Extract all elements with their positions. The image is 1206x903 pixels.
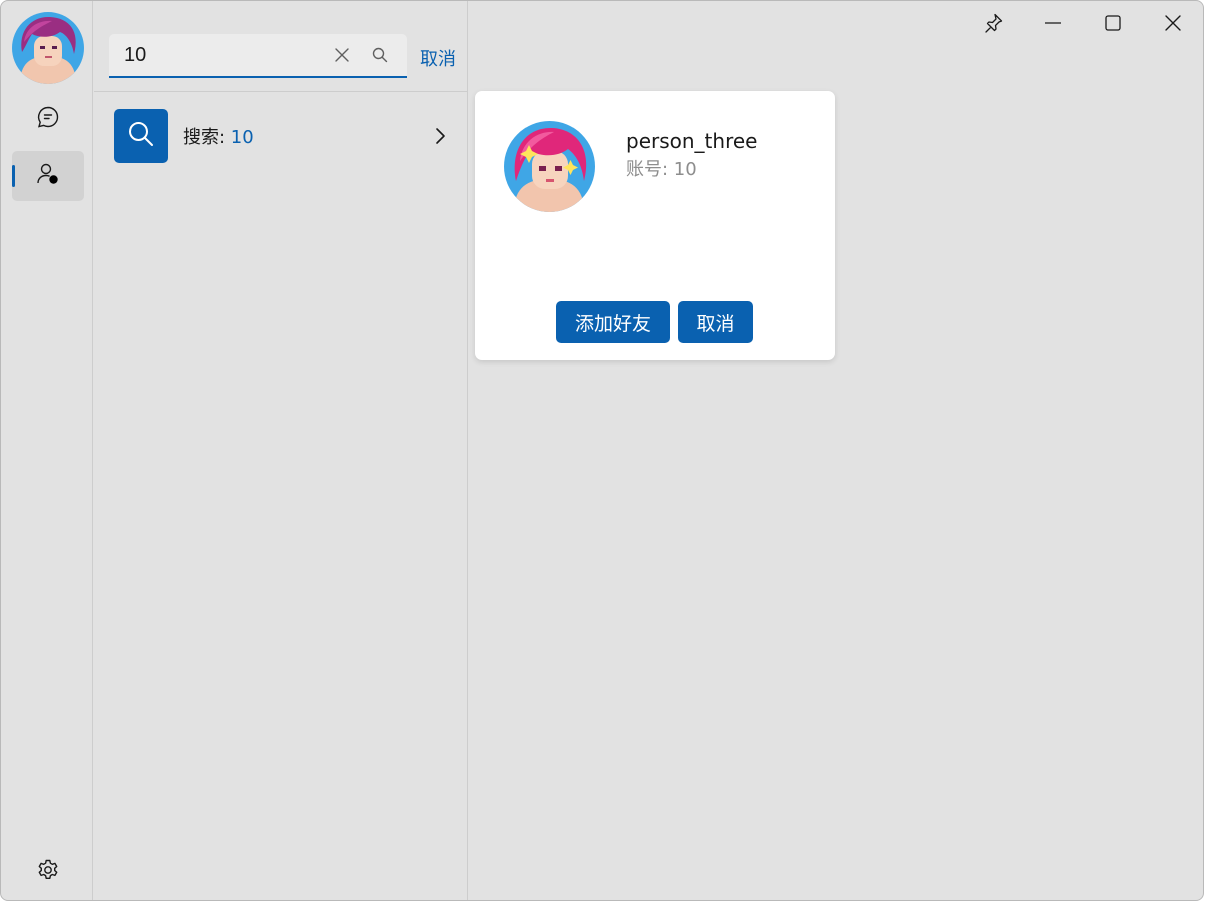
- search-result-label: 搜索: 10: [183, 123, 254, 149]
- nav-rail: [1, 1, 93, 900]
- search-input[interactable]: [109, 34, 324, 76]
- search-result-tile: [114, 109, 168, 163]
- search-cancel-button[interactable]: 取消: [420, 45, 456, 71]
- add-friend-button[interactable]: 添加好友: [556, 301, 670, 343]
- close-button[interactable]: [1153, 9, 1193, 41]
- profile-account-value: 10: [673, 159, 697, 180]
- profile-card: person_three 账号: 10 添加好友 取消: [475, 91, 835, 360]
- search-result-prefix: 搜索:: [183, 127, 231, 148]
- search-result-query: 10: [230, 127, 254, 148]
- profile-account: 账号: 10: [626, 155, 697, 181]
- nav-settings[interactable]: [12, 847, 84, 897]
- pin-icon: [982, 12, 1004, 38]
- chevron-right-icon: [430, 126, 450, 146]
- close-icon: [1163, 13, 1183, 37]
- pin-button[interactable]: [973, 9, 1013, 41]
- profile-cancel-button[interactable]: 取消: [678, 301, 753, 343]
- clear-icon[interactable]: [333, 46, 351, 64]
- profile-account-label: 账号:: [626, 159, 674, 180]
- settings-icon: [36, 858, 60, 886]
- search-result-item[interactable]: 搜索: 10: [104, 105, 458, 167]
- search-pane: 取消 搜索: 10: [94, 1, 468, 900]
- app-window: 取消 搜索: 10: [0, 0, 1204, 901]
- maximize-icon: [1103, 13, 1123, 37]
- profile-avatar: [504, 121, 595, 212]
- maximize-button[interactable]: [1093, 9, 1133, 41]
- minimize-icon: [1043, 13, 1063, 37]
- nav-chat[interactable]: [12, 94, 84, 144]
- user-avatar[interactable]: [12, 12, 84, 84]
- minimize-button[interactable]: [1033, 9, 1073, 41]
- divider: [94, 91, 467, 92]
- chat-icon: [36, 105, 60, 133]
- search-box: [109, 34, 407, 78]
- search-icon: [126, 119, 156, 153]
- contacts-icon: [35, 161, 61, 191]
- profile-name: person_three: [626, 129, 758, 153]
- search-icon[interactable]: [371, 46, 389, 64]
- nav-contacts[interactable]: [12, 151, 84, 201]
